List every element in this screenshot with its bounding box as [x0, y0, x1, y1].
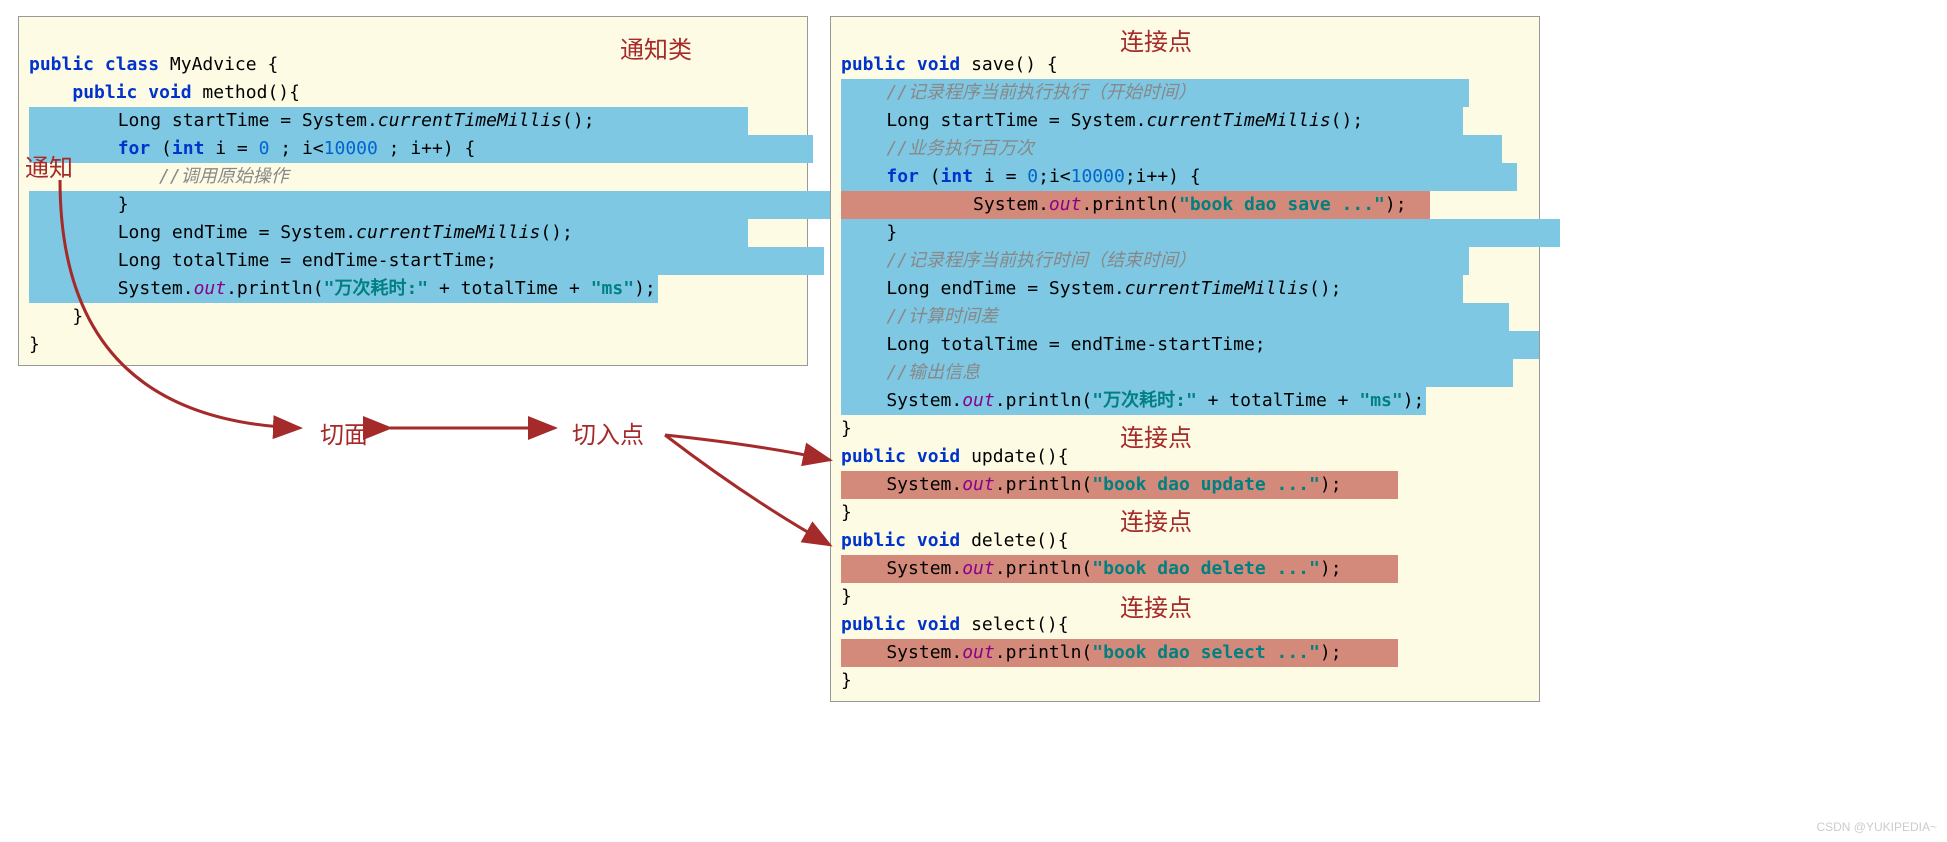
kw-void: void	[137, 82, 202, 103]
business-code: System.out.println("book dao update ..."…	[841, 471, 1398, 499]
kw-class: class	[105, 54, 159, 75]
advice-class-code: public class MyAdvice { public void meth…	[18, 16, 808, 366]
watermark: CSDN @YUKIPEDIA~	[1816, 820, 1937, 834]
method-name: method	[202, 82, 267, 103]
business-code: System.out.println("book dao save ...");	[841, 191, 1430, 219]
suffix: (){	[267, 82, 300, 103]
joinpoint-block: //计算时间差	[841, 303, 1509, 331]
joinpoint-block: Long totalTime = endTime-startTime;	[841, 331, 1539, 359]
method-save: save	[971, 54, 1014, 75]
joinpoint-block: for (int i = 0;i<10000;i++) {	[841, 163, 1517, 191]
label-aspect: 切面	[320, 415, 368, 450]
indent	[29, 82, 72, 103]
joinpoint-block: Long startTime = System.currentTimeMilli…	[841, 107, 1463, 135]
label-advice-class: 通知类	[620, 30, 692, 65]
joinpoint-block: //记录程序当前执行执行（开始时间）	[841, 79, 1469, 107]
advice-line: Long totalTime = endTime-startTime;	[29, 247, 824, 275]
kw-public: public	[841, 54, 906, 75]
advice-line: }	[29, 191, 846, 219]
joinpoint-block: //业务执行百万次	[841, 135, 1502, 163]
label-joinpoint: 连接点	[1120, 22, 1192, 57]
label-joinpoint: 连接点	[1120, 588, 1192, 623]
label-joinpoint: 连接点	[1120, 418, 1192, 453]
brace: {	[257, 54, 279, 75]
label-advice: 通知	[25, 148, 73, 183]
joinpoint-block: //记录程序当前执行时间（结束时间）	[841, 247, 1469, 275]
method-update: update	[971, 446, 1036, 467]
joinpoint-block: System.out.println("万次耗时:" + totalTime +…	[841, 387, 1426, 415]
method-delete: delete	[971, 530, 1036, 551]
advice-line: Long startTime = System.currentTimeMilli…	[29, 107, 748, 135]
advice-line: System.out.println("万次耗时:" + totalTime +…	[29, 275, 658, 303]
business-code: System.out.println("book dao select ..."…	[841, 639, 1398, 667]
class-name: MyAdvice	[170, 54, 257, 75]
kw-public: public	[29, 54, 94, 75]
advice-line: for (int i = 0 ; i<10000 ; i++) {	[29, 135, 813, 163]
label-pointcut: 切入点	[572, 415, 644, 450]
business-code: System.out.println("book dao delete ..."…	[841, 555, 1398, 583]
joinpoint-block: //输出信息	[841, 359, 1513, 387]
kw-void: void	[906, 54, 971, 75]
advice-line: Long endTime = System.currentTimeMillis(…	[29, 219, 748, 247]
method-select: select	[971, 614, 1036, 635]
joinpoint-block: Long endTime = System.currentTimeMillis(…	[841, 275, 1463, 303]
brace: }	[29, 306, 83, 327]
label-joinpoint: 连接点	[1120, 502, 1192, 537]
brace: }	[29, 334, 40, 355]
kw-public: public	[72, 82, 137, 103]
joinpoint-block: }	[841, 219, 1560, 247]
